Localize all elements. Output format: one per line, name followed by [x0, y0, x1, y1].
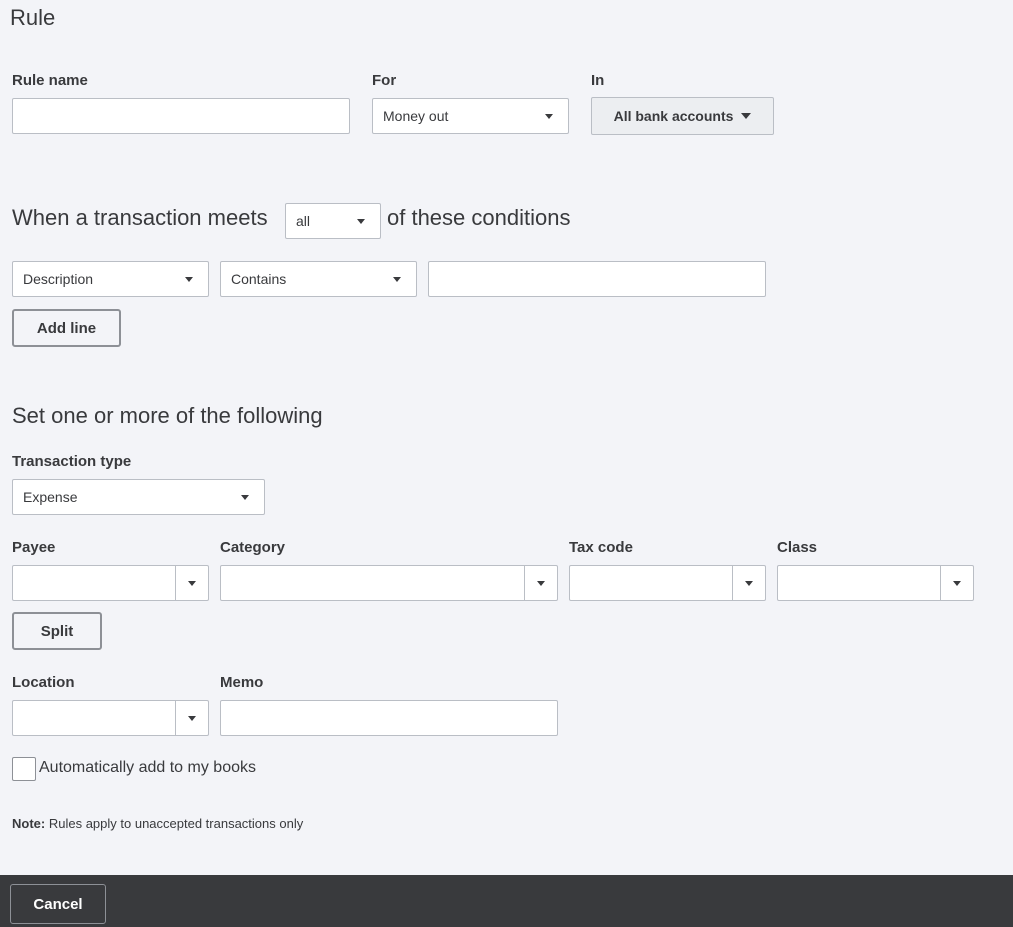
note-text: Note: Rules apply to unaccepted transact…	[12, 816, 303, 831]
transaction-type-select[interactable]: Expense	[12, 479, 265, 515]
class-label: Class	[777, 539, 818, 556]
conditions-match-select[interactable]: all	[285, 203, 381, 239]
note-bold: Note:	[12, 816, 46, 831]
class-combobox[interactable]	[777, 565, 974, 601]
transaction-type-value: Expense	[23, 489, 78, 505]
condition-operator-value: Contains	[231, 271, 287, 287]
condition-operator-select[interactable]: Contains	[220, 261, 417, 297]
chevron-down-icon	[241, 495, 249, 500]
memo-label: Memo	[220, 674, 264, 691]
chevron-down-icon[interactable]	[953, 581, 961, 586]
chevron-down-icon[interactable]	[188, 716, 196, 721]
chevron-down-icon	[357, 219, 365, 224]
in-label: In	[591, 72, 605, 89]
location-label: Location	[12, 674, 75, 691]
for-label: For	[372, 72, 397, 89]
category-label: Category	[220, 539, 286, 556]
location-combobox[interactable]	[12, 700, 209, 736]
chevron-down-icon[interactable]	[537, 581, 545, 586]
actions-heading: Set one or more of the following	[12, 403, 323, 428]
auto-add-label[interactable]: Automatically add to my books	[39, 759, 256, 777]
caret-down-icon	[741, 113, 752, 119]
category-combobox[interactable]	[220, 565, 558, 601]
tax-code-combobox[interactable]	[569, 565, 766, 601]
payee-combobox[interactable]	[12, 565, 209, 601]
conditions-suffix: of these conditions	[387, 205, 571, 230]
conditions-match-value: all	[296, 213, 311, 229]
transaction-type-label: Transaction type	[12, 453, 132, 470]
bank-accounts-dropdown-label: All bank accounts	[613, 108, 734, 124]
rule-name-label: Rule name	[12, 72, 88, 89]
chevron-down-icon[interactable]	[745, 581, 753, 586]
split-button[interactable]: Split	[12, 612, 102, 650]
for-select[interactable]: Money out	[372, 98, 569, 134]
condition-field-select[interactable]: Description	[12, 261, 209, 297]
memo-input[interactable]	[220, 700, 558, 736]
chevron-down-icon	[545, 114, 553, 119]
chevron-down-icon[interactable]	[188, 581, 196, 586]
footer-bar	[0, 875, 1013, 927]
chevron-down-icon	[393, 277, 401, 282]
auto-add-checkbox[interactable]	[12, 757, 36, 781]
payee-label: Payee	[12, 539, 56, 556]
for-select-value: Money out	[383, 108, 449, 124]
add-line-button[interactable]: Add line	[12, 309, 121, 347]
note-body: Rules apply to unaccepted transactions o…	[48, 816, 304, 831]
rule-name-input[interactable]	[12, 98, 350, 134]
bank-accounts-dropdown[interactable]: All bank accounts	[591, 97, 774, 135]
cancel-button[interactable]: Cancel	[10, 884, 106, 924]
condition-field-value: Description	[23, 271, 94, 287]
chevron-down-icon	[185, 277, 193, 282]
page-title: Rule	[10, 5, 56, 30]
conditions-prefix: When a transaction meets	[12, 205, 268, 230]
condition-text-input[interactable]	[428, 261, 766, 297]
tax-code-label: Tax code	[569, 539, 633, 556]
